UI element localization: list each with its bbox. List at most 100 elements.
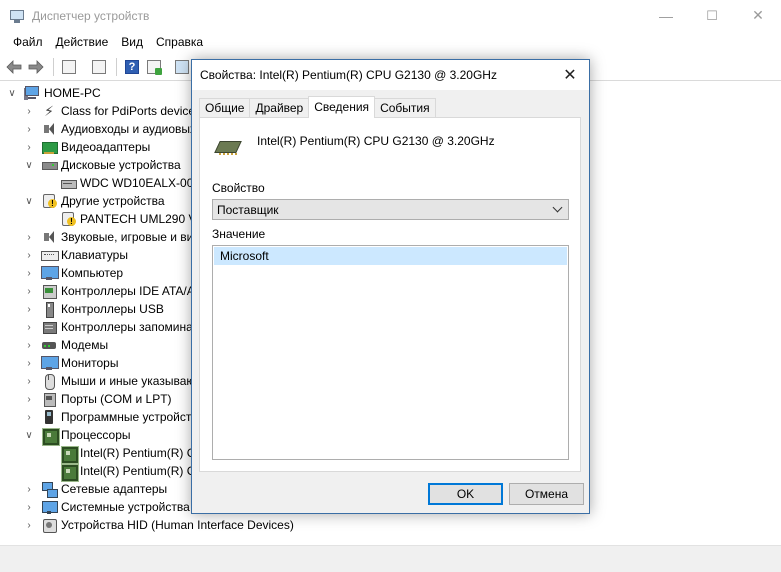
display-adapter-icon <box>41 139 58 155</box>
chevron-right-icon[interactable]: › <box>23 339 35 351</box>
update-driver-icon[interactable] <box>89 57 109 77</box>
chevron-right-icon[interactable]: › <box>23 483 35 495</box>
disk-drive-icon <box>41 157 58 173</box>
chevron-right-icon[interactable]: › <box>23 357 35 369</box>
minimize-button[interactable]: — <box>643 0 689 31</box>
chevron-right-icon[interactable]: › <box>23 285 35 297</box>
menu-view[interactable]: Вид <box>115 35 149 49</box>
chevron-right-icon[interactable]: › <box>23 249 35 261</box>
chevron-right-icon[interactable]: › <box>23 321 35 333</box>
tree-item-label: Компьютер <box>61 266 124 280</box>
tree-category-item[interactable]: › ⚡ Class for PdiPorts device <box>23 102 195 120</box>
tree-category-item[interactable]: › Устройства HID (Human Interface Devices… <box>23 516 294 534</box>
maximize-button[interactable]: ☐ <box>689 0 735 31</box>
chevron-right-icon[interactable]: › <box>23 501 35 513</box>
device-name: Intel(R) Pentium(R) CPU G2130 @ 3.20GHz <box>257 134 495 148</box>
help-icon[interactable]: ? <box>122 57 142 77</box>
tree-item-label: Дисковые устройства <box>61 158 181 172</box>
dialog-close-button[interactable]: ✕ <box>555 60 585 90</box>
mouse-icon <box>41 373 57 390</box>
tree-item-label: Порты (COM и LPT) <box>61 392 172 406</box>
chevron-right-icon[interactable]: › <box>23 411 35 423</box>
tree-category-item[interactable]: › Компьютер <box>23 264 123 282</box>
tree-item-label: Контроллеры USB <box>61 302 164 316</box>
tree-device-item[interactable]: PANTECH UML290 VZW <box>42 210 215 228</box>
chevron-right-icon[interactable]: › <box>23 105 35 117</box>
cancel-button[interactable]: Отмена <box>509 483 584 505</box>
property-label: Свойство <box>212 181 265 195</box>
chevron-right-icon[interactable]: › <box>23 375 35 387</box>
warning-device-icon <box>60 211 76 227</box>
menu-file[interactable]: Файл <box>7 35 49 49</box>
tree-root-label: HOME-PC <box>44 86 101 100</box>
network-icon <box>41 481 58 498</box>
chevron-right-icon[interactable]: › <box>23 141 35 153</box>
chevron-down-icon[interactable]: ∨ <box>23 195 35 207</box>
monitor-icon <box>41 355 59 371</box>
dialog-title-bar: Свойства: Intel(R) Pentium(R) CPU G2130 … <box>192 60 589 90</box>
tab-details[interactable]: Сведения <box>308 96 376 118</box>
tab-general[interactable]: Общие <box>199 98 251 118</box>
tree-category-item[interactable]: ∨ Дисковые устройства <box>23 156 181 174</box>
tree-category-item[interactable]: › Клавиатуры <box>23 246 128 264</box>
monitor-icon <box>41 265 59 281</box>
tree-item-label: Системные устройства <box>61 500 190 514</box>
menu-action[interactable]: Действие <box>50 35 115 49</box>
menu-help[interactable]: Справка <box>150 35 209 49</box>
chevron-down-icon[interactable] <box>551 202 563 216</box>
tree-category-item[interactable]: › Модемы <box>23 336 108 354</box>
tree-category-item[interactable]: › Системные устройства <box>23 498 190 516</box>
unknown-device-icon <box>41 193 57 209</box>
storage-icon <box>41 319 57 335</box>
toolbar-separator <box>53 57 54 76</box>
display-icon[interactable] <box>172 57 192 77</box>
chevron-down-icon[interactable]: ∨ <box>23 159 35 171</box>
tab-events[interactable]: События <box>374 98 436 118</box>
chevron-right-icon[interactable]: › <box>23 519 35 531</box>
tree-category-item[interactable]: ∨ Другие устройства <box>23 192 165 210</box>
chevron-right-icon[interactable]: › <box>23 231 35 243</box>
speaker-icon <box>41 229 57 245</box>
tree-category-item[interactable]: › Видеоадаптеры <box>23 138 150 156</box>
tree-category-item[interactable]: › Сетевые адаптеры <box>23 480 167 498</box>
tree-category-item[interactable]: › Порты (COM и LPT) <box>23 390 172 408</box>
tree-category-item[interactable]: › Аудиовходы и аудиовыходы <box>23 120 218 138</box>
tree-item-label: Процессоры <box>61 428 131 442</box>
property-dropdown[interactable]: Поставщик <box>212 199 569 220</box>
tree-category-item[interactable]: › Контроллеры USB <box>23 300 164 318</box>
chevron-right-icon[interactable]: › <box>23 393 35 405</box>
tree-item-label: Class for PdiPorts device <box>61 104 196 118</box>
speaker-icon <box>41 121 57 137</box>
window-title-bar: Диспетчер устройств — ☐ ✕ <box>0 0 781 31</box>
chevron-right-icon[interactable]: › <box>23 123 35 135</box>
properties-view-icon[interactable] <box>59 57 79 77</box>
property-selected-value: Поставщик <box>217 202 279 217</box>
ide-icon <box>41 283 57 299</box>
device-manager-icon <box>9 8 25 24</box>
tree-category-item[interactable]: ∨ Процессоры <box>23 426 131 445</box>
cpu-icon <box>41 427 59 445</box>
back-arrow-icon[interactable] <box>4 57 24 77</box>
ok-button[interactable]: OK <box>428 483 503 505</box>
scan-hardware-icon[interactable] <box>144 57 164 77</box>
tree-category-item[interactable]: › Программные устройства <box>23 408 204 426</box>
chevron-down-icon[interactable]: ∨ <box>23 429 35 441</box>
close-window-button[interactable]: ✕ <box>735 0 781 31</box>
dialog-tabs: Общие Драйвер Сведения События <box>199 96 436 118</box>
software-device-icon <box>41 409 57 425</box>
value-listbox[interactable]: Microsoft <box>212 245 569 460</box>
chevron-down-icon[interactable]: ∨ <box>6 87 18 99</box>
tree-category-item[interactable]: › Мониторы <box>23 354 118 372</box>
dialog-title: Свойства: Intel(R) Pentium(R) CPU G2130 … <box>200 68 497 82</box>
forward-arrow-icon[interactable] <box>26 57 46 77</box>
tree-item-label: Клавиатуры <box>61 248 128 262</box>
tree-root[interactable]: ∨ HOME-PC <box>6 84 101 102</box>
tab-driver[interactable]: Драйвер <box>249 98 310 118</box>
hdd-icon <box>60 175 77 191</box>
chevron-right-icon[interactable]: › <box>23 303 35 315</box>
chevron-right-icon[interactable]: › <box>23 267 35 279</box>
menu-bar: Файл Действие Вид Справка <box>0 31 781 53</box>
list-item[interactable]: Microsoft <box>214 247 567 265</box>
